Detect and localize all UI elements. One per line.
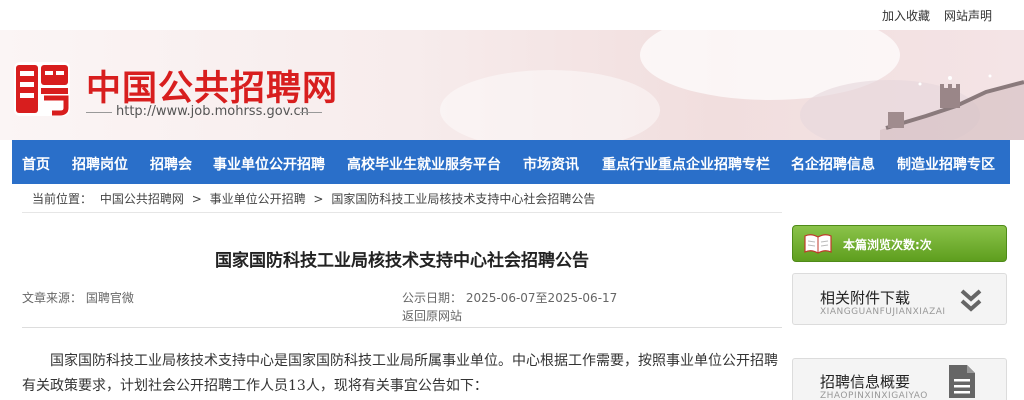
breadcrumb: 当前位置： 中国公共招聘网 > 事业单位公开招聘 > 国家国防科技工业局核技术支… [32, 190, 599, 207]
main-nav: 首页 招聘岗位 招聘会 事业单位公开招聘 高校毕业生就业服务平台 市场资讯 重点… [12, 140, 1010, 184]
nav-item-job-fair[interactable]: 招聘会 [150, 154, 192, 174]
add-favorite-link[interactable]: 加入收藏 [882, 7, 930, 24]
divider [22, 212, 782, 213]
view-count-panel: 本篇浏览次数:次 [792, 225, 1007, 262]
top-utility-bar: 加入收藏 网站声明 [0, 0, 1024, 30]
open-book-icon [804, 234, 832, 254]
article-paragraph: 国家国防科技工业局核技术支持中心是国家国防科技工业局所属事业单位。中心根据工作需… [22, 353, 778, 394]
site-statement-link[interactable]: 网站声明 [944, 7, 992, 24]
breadcrumb-prefix: 当前位置： [32, 192, 93, 206]
divider [22, 327, 782, 328]
nav-item-manufacturing[interactable]: 制造业招聘专区 [897, 154, 995, 174]
breadcrumb-current: 国家国防科技工业局核技术支持中心社会招聘公告 [331, 192, 596, 206]
overview-title: 招聘信息概要 [820, 373, 911, 391]
attachments-title: 相关附件下载 [820, 289, 911, 307]
back-to-source-link[interactable]: 返回原网站 [402, 307, 462, 324]
nav-item-home[interactable]: 首页 [22, 154, 50, 174]
nav-item-graduate-platform[interactable]: 高校毕业生就业服务平台 [347, 154, 501, 174]
cloud-decoration [440, 70, 660, 140]
nav-item-famous-companies[interactable]: 名企招聘信息 [791, 154, 875, 174]
double-chevron-down-icon[interactable] [960, 288, 982, 312]
divider [300, 112, 322, 113]
header-banner: 中国公共招聘网 http://www.job.mohrss.gov.cn [0, 30, 1024, 140]
site-url: http://www.job.mohrss.gov.cn [116, 104, 309, 119]
divider [86, 112, 112, 113]
overview-pinyin: ZHAOPINXINXIGAIYAO [820, 391, 928, 400]
document-icon [949, 365, 975, 398]
view-count-label: 本篇浏览次数:次 [843, 238, 932, 252]
great-wall-decoration [880, 74, 1024, 140]
breadcrumb-home[interactable]: 中国公共招聘网 [100, 192, 184, 206]
nav-item-market-news[interactable]: 市场资讯 [523, 154, 579, 174]
article-title: 国家国防科技工业局核技术支持中心社会招聘公告 [215, 251, 589, 271]
article-source: 文章来源： 国聘官微 [22, 291, 134, 305]
nav-item-public-institution-recruitment[interactable]: 事业单位公开招聘 [213, 154, 325, 174]
attachments-pinyin: XIANGGUANFUJIANXIAZAI [820, 307, 946, 317]
breadcrumb-separator: > [191, 192, 202, 206]
nav-item-jobs[interactable]: 招聘岗位 [72, 154, 128, 174]
nav-item-key-industries[interactable]: 重点行业重点企业招聘专栏 [602, 154, 770, 174]
logo-icon[interactable] [14, 62, 70, 116]
breadcrumb-separator: > [313, 192, 324, 206]
article-publish-date: 公示日期： 2025-06-07至2025-06-17 [402, 291, 618, 305]
breadcrumb-section[interactable]: 事业单位公开招聘 [210, 192, 306, 206]
